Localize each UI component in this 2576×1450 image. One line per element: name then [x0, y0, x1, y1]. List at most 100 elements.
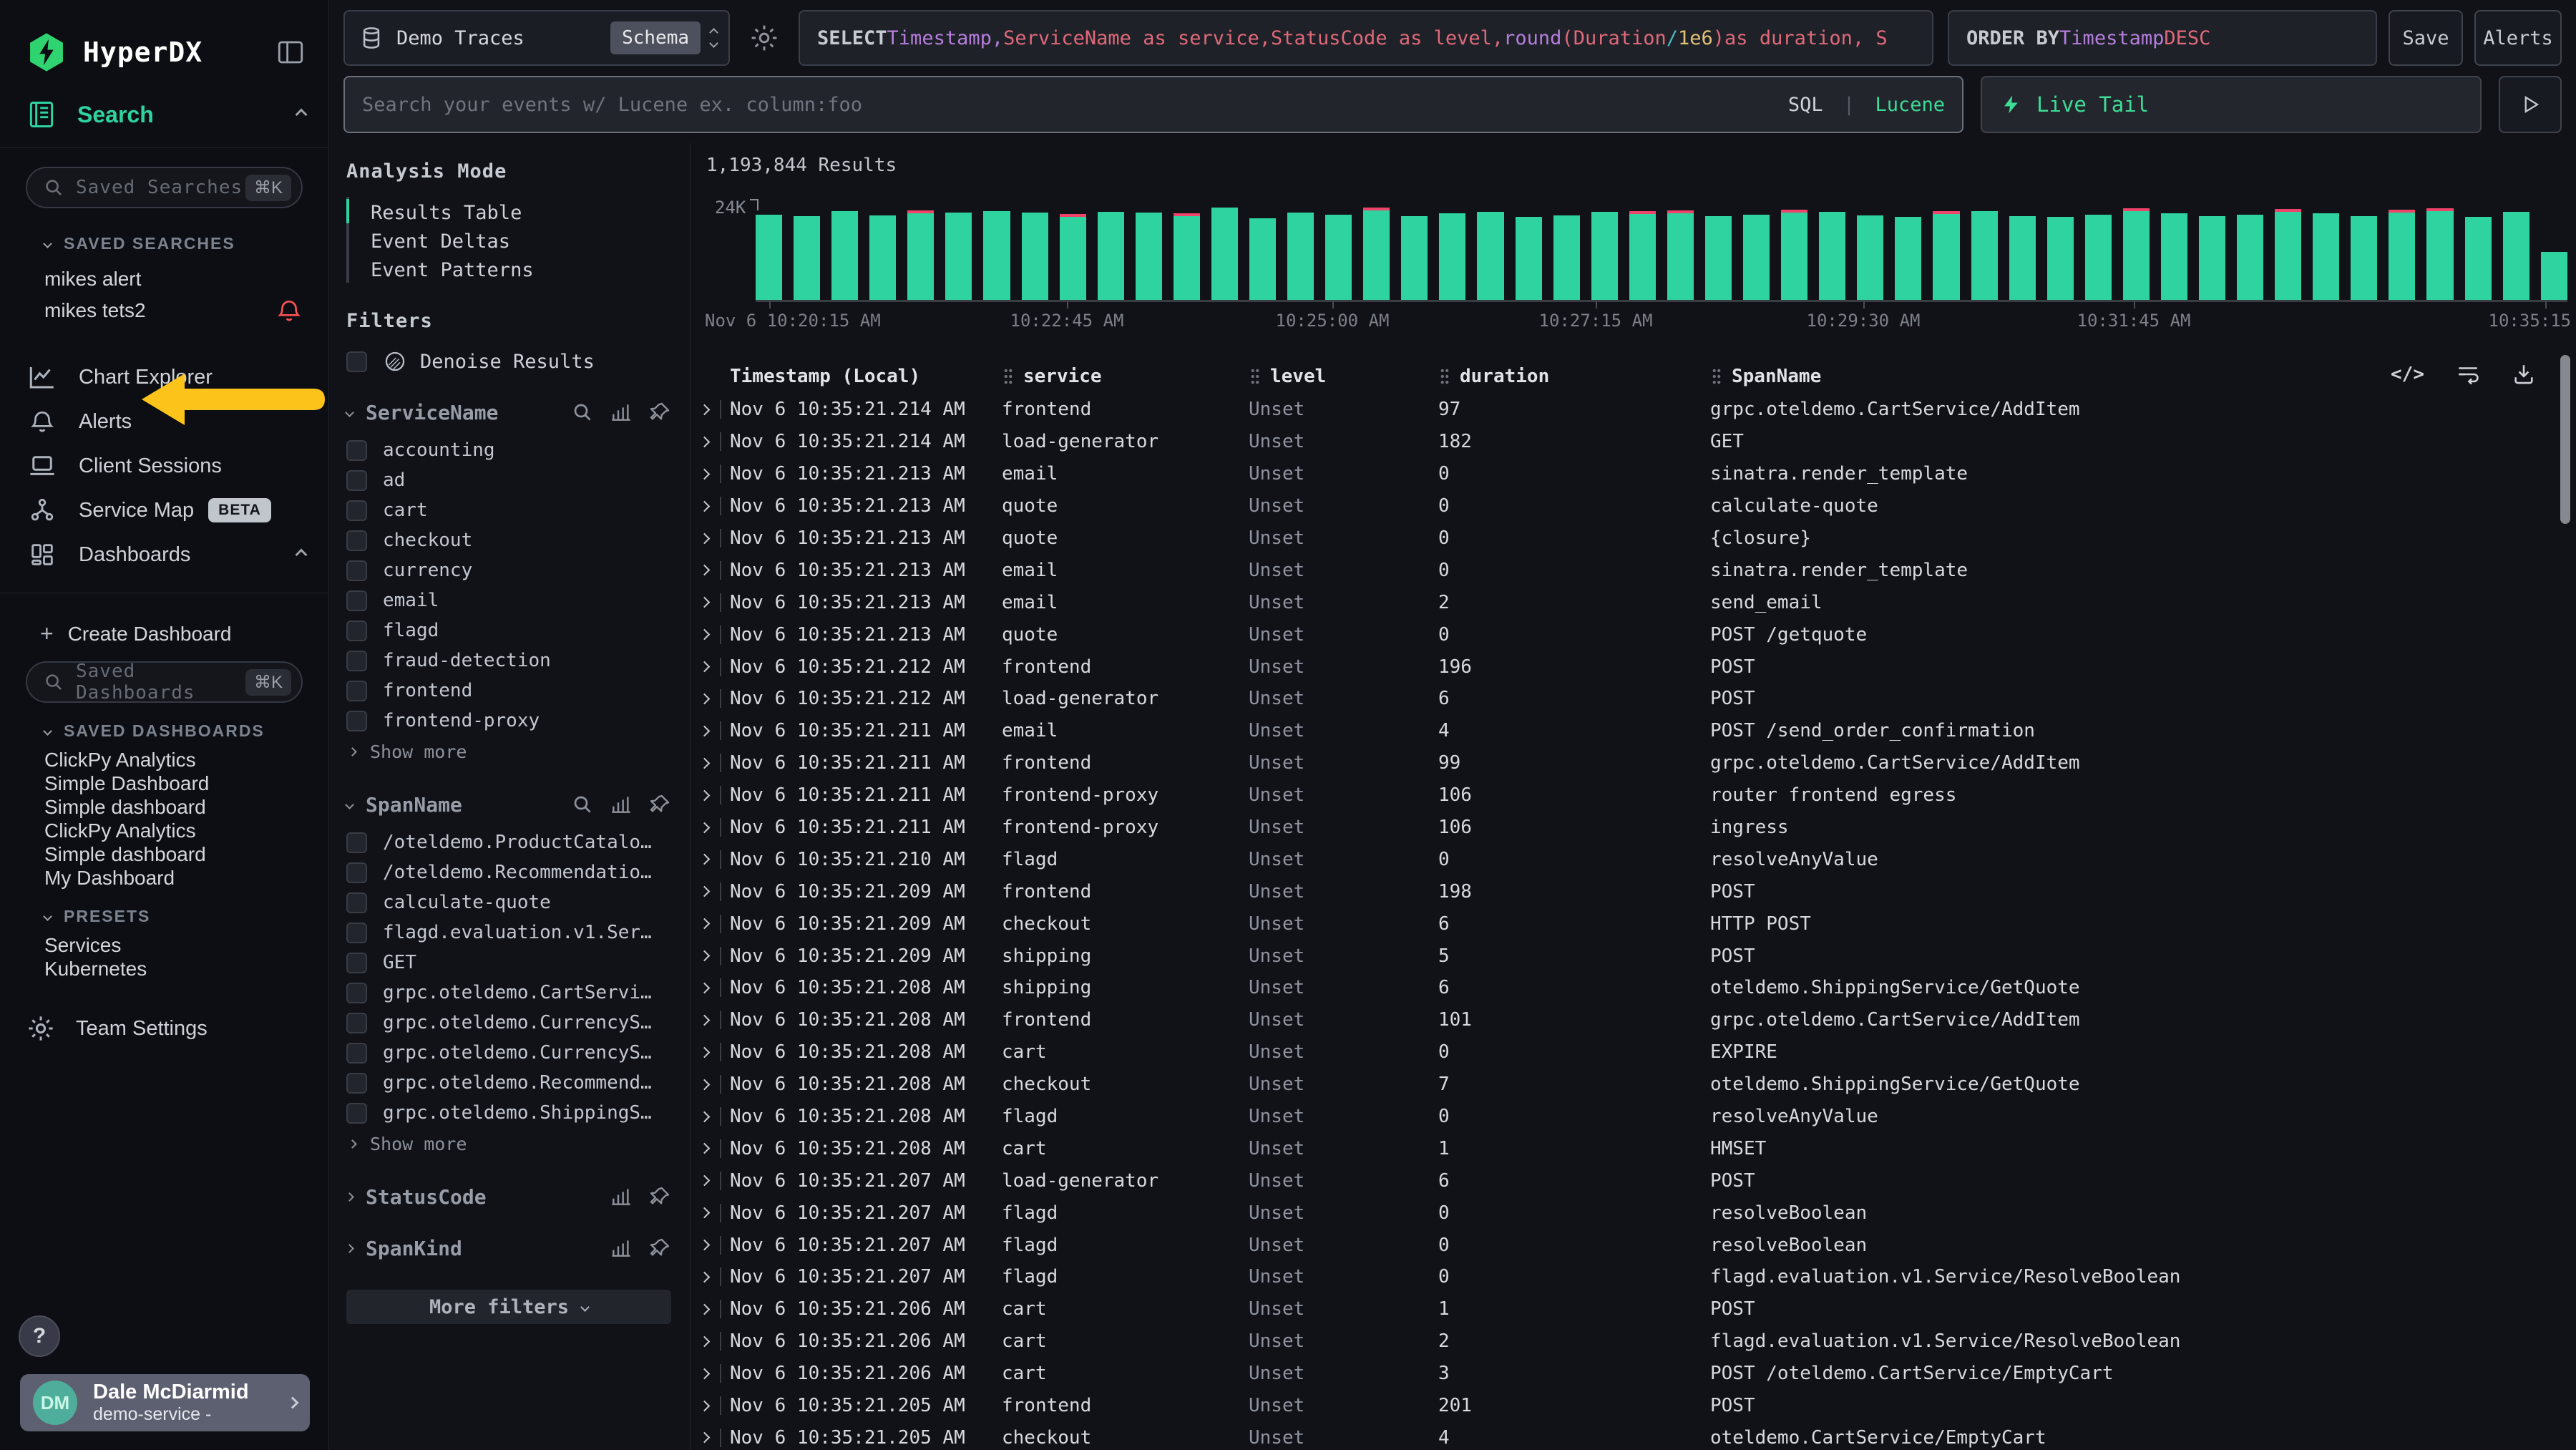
- histogram-bar[interactable]: [2199, 216, 2225, 300]
- expand-cell[interactable]: [691, 786, 730, 804]
- expand-cell[interactable]: [691, 593, 730, 612]
- sidebar-item-chart-explorer[interactable]: Chart Explorer: [0, 355, 328, 399]
- drag-handle-icon[interactable]: [1710, 367, 1723, 386]
- histogram-bar[interactable]: [2085, 215, 2112, 300]
- sidebar-item-service-map[interactable]: Service MapBETA: [0, 488, 328, 532]
- histogram-bar[interactable]: [2465, 217, 2492, 300]
- filter-option[interactable]: cart: [346, 495, 671, 525]
- filter-option[interactable]: flagd.evaluation.v1.Ser…: [346, 918, 671, 948]
- analysis-mode-event-patterns[interactable]: Event Patterns: [349, 254, 671, 283]
- preset-item[interactable]: Services: [44, 933, 328, 957]
- wrap-lines-icon[interactable]: [2456, 362, 2480, 386]
- chevron-right-icon[interactable]: [699, 532, 711, 544]
- chevron-right-icon[interactable]: [699, 983, 711, 994]
- chevron-right-icon[interactable]: [699, 1175, 711, 1187]
- filter-option[interactable]: grpc.oteldemo.ShippingS…: [346, 1098, 671, 1128]
- chevron-right-icon[interactable]: [699, 1015, 711, 1026]
- table-row[interactable]: Nov 6 10:35:21.207 AMflagdUnset0flagd.ev…: [691, 1261, 2576, 1293]
- histogram-bar[interactable]: [2503, 212, 2529, 300]
- table-row[interactable]: Nov 6 10:35:21.211 AMfrontend-proxyUnset…: [691, 779, 2576, 812]
- pin-icon[interactable]: [648, 1237, 671, 1260]
- bar-chart-icon[interactable]: [610, 401, 633, 424]
- expand-cell[interactable]: [691, 1236, 730, 1255]
- analysis-mode-event-deltas[interactable]: Event Deltas: [349, 225, 671, 254]
- histogram-bar[interactable]: [1401, 216, 1428, 300]
- expand-cell[interactable]: [691, 915, 730, 933]
- table-row[interactable]: Nov 6 10:35:21.209 AMshippingUnset5POST: [691, 940, 2576, 972]
- filter-option[interactable]: grpc.oteldemo.CartServi…: [346, 978, 671, 1008]
- expand-cell[interactable]: [691, 1204, 730, 1222]
- chevron-right-icon[interactable]: [699, 694, 711, 705]
- checkbox[interactable]: [346, 681, 367, 701]
- saved-searches-header[interactable]: SAVED SEARCHES: [0, 234, 328, 253]
- filter-group-header-SpanName[interactable]: SpanName: [346, 792, 671, 817]
- saved-search-item[interactable]: mikes alert: [44, 263, 328, 295]
- checkbox[interactable]: [346, 923, 367, 943]
- table-row[interactable]: Nov 6 10:35:21.206 AMcartUnset3POST /ote…: [691, 1358, 2576, 1390]
- code-view-icon[interactable]: </>: [2391, 364, 2424, 385]
- filter-option[interactable]: checkout: [346, 525, 671, 555]
- sidebar-item-search[interactable]: Search: [0, 73, 328, 147]
- checkbox[interactable]: [346, 892, 367, 913]
- table-row[interactable]: Nov 6 10:35:21.213 AMemailUnset2send_ema…: [691, 586, 2576, 618]
- drag-handle-icon[interactable]: [1002, 367, 1015, 386]
- chevron-right-icon[interactable]: [699, 1240, 711, 1251]
- histogram-bar[interactable]: [1060, 214, 1086, 300]
- histogram-bar[interactable]: [1933, 211, 1959, 300]
- show-more-button[interactable]: Show more: [346, 1129, 671, 1158]
- expand-cell[interactable]: [691, 658, 730, 676]
- expand-cell[interactable]: [691, 1332, 730, 1351]
- histogram-bar[interactable]: [1477, 212, 1503, 300]
- alerts-button[interactable]: Alerts: [2474, 10, 2562, 66]
- source-settings-button[interactable]: [744, 10, 784, 66]
- checkbox[interactable]: [346, 983, 367, 1003]
- expand-cell[interactable]: [691, 626, 730, 644]
- chevron-right-icon[interactable]: [345, 1244, 354, 1253]
- chevron-right-icon[interactable]: [699, 437, 711, 448]
- saved-dashboard-item[interactable]: ClickPy Analytics: [44, 819, 328, 842]
- table-row[interactable]: Nov 6 10:35:21.212 AMload-generatorUnset…: [691, 683, 2576, 715]
- histogram-bar[interactable]: [2009, 216, 2036, 300]
- expand-cell[interactable]: [691, 947, 730, 965]
- lucene-toggle[interactable]: Lucene: [1875, 94, 1945, 116]
- checkbox[interactable]: [346, 560, 367, 581]
- histogram-bar[interactable]: [794, 216, 820, 300]
- saved-dashboards-header[interactable]: SAVED DASHBOARDS: [0, 721, 328, 741]
- chevron-down-icon[interactable]: [345, 800, 354, 809]
- table-row[interactable]: Nov 6 10:35:21.213 AMemailUnset0sinatra.…: [691, 554, 2576, 586]
- chevron-right-icon[interactable]: [699, 597, 711, 608]
- filter-option[interactable]: calculate-quote: [346, 887, 671, 918]
- table-row[interactable]: Nov 6 10:35:21.210 AMflagdUnset0resolveA…: [691, 843, 2576, 875]
- table-row[interactable]: Nov 6 10:35:21.207 AMflagdUnset0resolveB…: [691, 1197, 2576, 1229]
- expand-cell[interactable]: [691, 1429, 730, 1447]
- sidebar-item-client-sessions[interactable]: Client Sessions: [0, 444, 328, 488]
- saved-search-item[interactable]: mikes tets2: [44, 295, 328, 326]
- chevron-right-icon[interactable]: [699, 1304, 711, 1315]
- checkbox[interactable]: [346, 711, 367, 731]
- col-timestamp[interactable]: Timestamp (Local): [730, 366, 1002, 387]
- expand-cell[interactable]: [691, 400, 730, 419]
- histogram-bar[interactable]: [2351, 216, 2377, 300]
- denoise-results-toggle[interactable]: Denoise Results: [346, 349, 671, 374]
- run-query-button[interactable]: [2499, 76, 2562, 133]
- checkbox[interactable]: [346, 621, 367, 641]
- expand-cell[interactable]: [691, 1043, 730, 1061]
- histogram-bar[interactable]: [756, 215, 782, 300]
- chevron-right-icon[interactable]: [699, 1207, 711, 1219]
- table-row[interactable]: Nov 6 10:35:21.205 AMcheckoutUnset4oteld…: [691, 1422, 2576, 1450]
- histogram-bar[interactable]: [1249, 218, 1276, 300]
- histogram-bar[interactable]: [1211, 208, 1238, 300]
- table-row[interactable]: Nov 6 10:35:21.208 AMcheckoutUnset7oteld…: [691, 1069, 2576, 1101]
- table-row[interactable]: Nov 6 10:35:21.207 AMflagdUnset0resolveB…: [691, 1229, 2576, 1261]
- table-row[interactable]: Nov 6 10:35:21.207 AMload-generatorUnset…: [691, 1164, 2576, 1197]
- table-row[interactable]: Nov 6 10:35:21.214 AMload-generatorUnset…: [691, 426, 2576, 458]
- expand-cell[interactable]: [691, 529, 730, 548]
- expand-cell[interactable]: [691, 1396, 730, 1415]
- source-select[interactable]: Demo Traces Schema: [343, 10, 730, 66]
- bar-chart-icon[interactable]: [610, 1237, 633, 1260]
- expand-cell[interactable]: [691, 978, 730, 997]
- table-row[interactable]: Nov 6 10:35:21.213 AMemailUnset0sinatra.…: [691, 458, 2576, 490]
- chevron-right-icon[interactable]: [699, 404, 711, 416]
- table-row[interactable]: Nov 6 10:35:21.206 AMcartUnset2flagd.eva…: [691, 1325, 2576, 1358]
- expand-cell[interactable]: [691, 754, 730, 772]
